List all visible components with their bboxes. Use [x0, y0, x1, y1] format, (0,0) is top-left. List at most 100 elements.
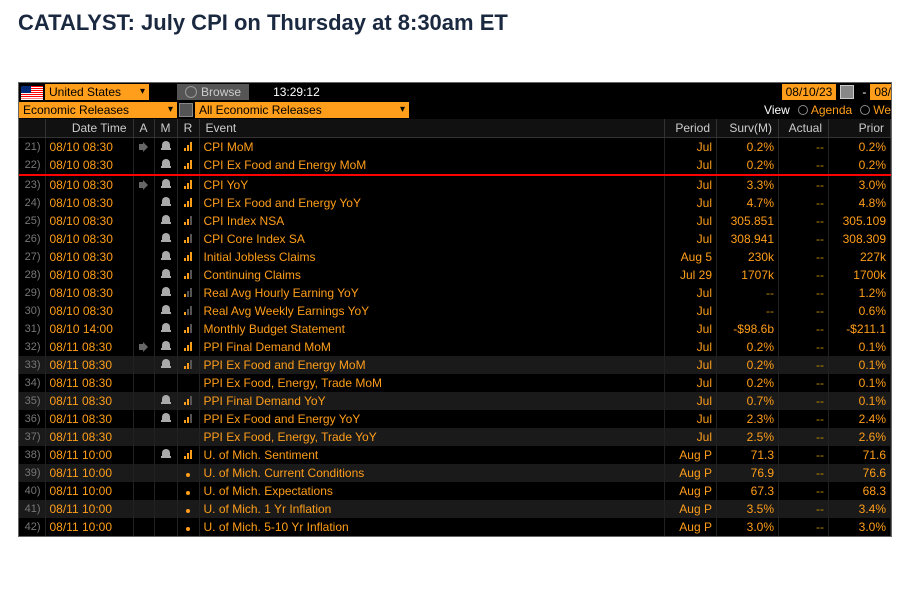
- table-row[interactable]: 32)08/11 08:30PPI Final Demand MoMJul0.2…: [19, 338, 891, 356]
- cell-alert[interactable]: [154, 320, 177, 338]
- table-row[interactable]: 24)08/10 08:30CPI Ex Food and Energy YoY…: [19, 194, 891, 212]
- cell-alert[interactable]: [154, 156, 177, 175]
- cell-alert[interactable]: [154, 248, 177, 266]
- cell-alert[interactable]: [154, 500, 177, 518]
- cell-event: U. of Mich. Sentiment: [199, 446, 664, 464]
- cell-audio[interactable]: [133, 194, 154, 212]
- browse-button[interactable]: Browse: [177, 84, 249, 100]
- cell-audio[interactable]: [133, 302, 154, 320]
- date-from[interactable]: 08/10/23: [782, 84, 837, 100]
- table-row[interactable]: 35)08/11 08:30PPI Final Demand YoYJul0.7…: [19, 392, 891, 410]
- cell-alert[interactable]: [154, 138, 177, 157]
- col-r[interactable]: R: [177, 119, 199, 138]
- cell-audio[interactable]: [133, 410, 154, 428]
- table-row[interactable]: 25)08/10 08:30CPI Index NSAJul305.851--3…: [19, 212, 891, 230]
- view-label: View: [764, 102, 790, 118]
- cell-audio[interactable]: [133, 446, 154, 464]
- table-row[interactable]: 22)08/10 08:30CPI Ex Food and Energy MoM…: [19, 156, 891, 175]
- cell-alert[interactable]: [154, 518, 177, 536]
- cell-audio[interactable]: [133, 482, 154, 500]
- col-actual[interactable]: Actual: [779, 119, 829, 138]
- cell-audio[interactable]: [133, 320, 154, 338]
- cell-audio[interactable]: [133, 428, 154, 446]
- col-event[interactable]: Event: [199, 119, 664, 138]
- cell-datetime: 08/11 10:00: [45, 518, 133, 536]
- cell-alert[interactable]: [154, 266, 177, 284]
- table-row[interactable]: 34)08/11 08:30PPI Ex Food, Energy, Trade…: [19, 374, 891, 392]
- cell-audio[interactable]: [133, 230, 154, 248]
- weekly-radio[interactable]: [860, 105, 870, 115]
- row-number: 33): [19, 356, 45, 374]
- cell-relevance: [177, 338, 199, 356]
- cell-audio[interactable]: [133, 212, 154, 230]
- country-dropdown[interactable]: United States: [45, 84, 149, 100]
- table-row[interactable]: 27)08/10 08:30Initial Jobless ClaimsAug …: [19, 248, 891, 266]
- release-group-dropdown[interactable]: Economic Releases: [19, 102, 177, 118]
- table-row[interactable]: 36)08/11 08:30PPI Ex Food and Energy YoY…: [19, 410, 891, 428]
- table-row[interactable]: 30)08/10 08:30Real Avg Weekly Earnings Y…: [19, 302, 891, 320]
- cell-audio[interactable]: [133, 374, 154, 392]
- table-row[interactable]: 37)08/11 08:30PPI Ex Food, Energy, Trade…: [19, 428, 891, 446]
- cell-alert[interactable]: [154, 212, 177, 230]
- table-row[interactable]: 33)08/11 08:30PPI Ex Food and Energy MoM…: [19, 356, 891, 374]
- cell-audio[interactable]: [133, 138, 154, 157]
- cell-audio[interactable]: [133, 464, 154, 482]
- cell-period: Aug P: [665, 446, 717, 464]
- table-row[interactable]: 42)08/11 10:00U. of Mich. 5-10 Yr Inflat…: [19, 518, 891, 536]
- cell-audio[interactable]: [133, 266, 154, 284]
- cell-audio[interactable]: [133, 175, 154, 194]
- table-row[interactable]: 23)08/10 08:30CPI YoYJul3.3%--3.0%: [19, 175, 891, 194]
- cell-survey: 1707k: [717, 266, 779, 284]
- cell-alert[interactable]: [154, 175, 177, 194]
- table-row[interactable]: 41)08/11 10:00U. of Mich. 1 Yr Inflation…: [19, 500, 891, 518]
- cell-datetime: 08/11 08:30: [45, 374, 133, 392]
- cell-relevance: [177, 248, 199, 266]
- release-group-square[interactable]: [179, 103, 193, 117]
- cell-audio[interactable]: [133, 248, 154, 266]
- cell-alert[interactable]: [154, 230, 177, 248]
- bloomberg-terminal: United States Browse 13:29:12 08/10/23 -…: [18, 82, 892, 537]
- date-to[interactable]: 08/: [870, 84, 891, 100]
- table-row[interactable]: 40)08/11 10:00U. of Mich. ExpectationsAu…: [19, 482, 891, 500]
- table-row[interactable]: 28)08/10 08:30Continuing ClaimsJul 29170…: [19, 266, 891, 284]
- table-row[interactable]: 21)08/10 08:30CPI MoMJul0.2%--0.2%: [19, 138, 891, 157]
- cell-audio[interactable]: [133, 284, 154, 302]
- cell-audio[interactable]: [133, 500, 154, 518]
- col-prior[interactable]: Prior: [829, 119, 891, 138]
- cell-audio[interactable]: [133, 518, 154, 536]
- cell-period: Jul: [665, 212, 717, 230]
- cell-audio[interactable]: [133, 156, 154, 175]
- cell-alert[interactable]: [154, 194, 177, 212]
- col-period[interactable]: Period: [665, 119, 717, 138]
- cell-datetime: 08/10 14:00: [45, 320, 133, 338]
- cell-audio[interactable]: [133, 356, 154, 374]
- cell-audio[interactable]: [133, 392, 154, 410]
- col-datetime[interactable]: Date Time: [45, 119, 133, 138]
- cell-alert[interactable]: [154, 464, 177, 482]
- col-a[interactable]: A: [133, 119, 154, 138]
- cell-alert[interactable]: [154, 428, 177, 446]
- cell-audio[interactable]: [133, 338, 154, 356]
- col-m[interactable]: M: [154, 119, 177, 138]
- cell-survey: 3.5%: [717, 500, 779, 518]
- us-flag-icon: [21, 86, 43, 100]
- col-surv[interactable]: Surv(M): [717, 119, 779, 138]
- table-row[interactable]: 26)08/10 08:30CPI Core Index SAJul308.94…: [19, 230, 891, 248]
- release-sub-dropdown[interactable]: All Economic Releases: [195, 102, 409, 118]
- cell-alert[interactable]: [154, 338, 177, 356]
- cell-alert[interactable]: [154, 284, 177, 302]
- cell-alert[interactable]: [154, 446, 177, 464]
- cell-alert[interactable]: [154, 374, 177, 392]
- table-row[interactable]: 31)08/10 14:00Monthly Budget StatementJu…: [19, 320, 891, 338]
- table-row[interactable]: 38)08/11 10:00U. of Mich. SentimentAug P…: [19, 446, 891, 464]
- cell-alert[interactable]: [154, 392, 177, 410]
- cell-alert[interactable]: [154, 356, 177, 374]
- agenda-radio[interactable]: [798, 105, 808, 115]
- table-row[interactable]: 39)08/11 10:00U. of Mich. Current Condit…: [19, 464, 891, 482]
- cell-alert[interactable]: [154, 482, 177, 500]
- cell-alert[interactable]: [154, 302, 177, 320]
- table-row[interactable]: 29)08/10 08:30Real Avg Hourly Earning Yo…: [19, 284, 891, 302]
- calendar-icon[interactable]: [840, 85, 854, 99]
- cell-relevance: [177, 482, 199, 500]
- cell-alert[interactable]: [154, 410, 177, 428]
